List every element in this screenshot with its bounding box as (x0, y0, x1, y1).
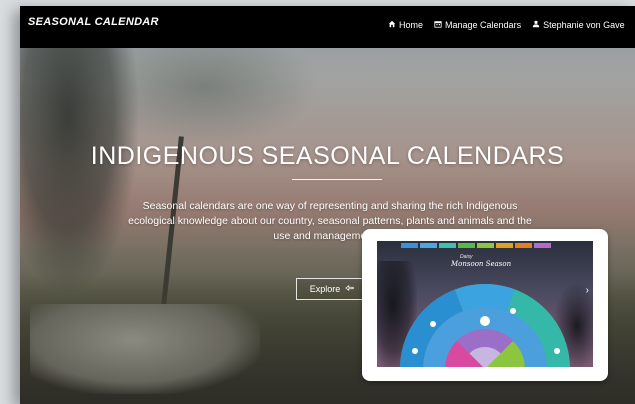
brand-logo[interactable]: SEASONAL CALENDAR (28, 16, 159, 28)
wheel-icon-bowl (480, 316, 490, 326)
hero-title: INDIGENOUS SEASONAL CALENDARS (90, 142, 565, 170)
user-icon (532, 20, 540, 30)
wheel-icon-bird (430, 321, 436, 327)
top-navbar: SEASONAL CALENDAR Home Manage Calendars … (20, 6, 635, 48)
wheel-icon-leaf (510, 308, 516, 314)
nav-item-label: Manage Calendars (445, 20, 522, 30)
calendar-preview-image: Daisy Monsoon Season › (377, 241, 593, 367)
wheel-icon-plant (554, 348, 560, 354)
hand-pointer-icon (345, 284, 354, 294)
hero-rock (30, 304, 260, 394)
hero-divider (292, 179, 382, 180)
calendar-icon (434, 20, 442, 30)
nav-item-label: Home (399, 20, 424, 30)
nav-item-label: Stephanie von Gave (543, 20, 625, 30)
seasonal-wheel (400, 284, 570, 367)
explore-label: Explore (309, 284, 341, 294)
calendar-preview-card[interactable]: Daisy Monsoon Season › (362, 229, 608, 381)
nav-item-home[interactable]: Home (388, 20, 423, 30)
home-icon (388, 20, 396, 30)
wheel-icon-flower (412, 348, 418, 354)
explore-button[interactable]: Explore (296, 278, 368, 300)
nav-item-manage-calendars[interactable]: Manage Calendars (434, 20, 521, 30)
chevron-right-icon[interactable]: › (586, 285, 589, 296)
nav-item-user[interactable]: Stephanie von Gave (532, 20, 625, 30)
nav-menu: Home Manage Calendars Stephanie von Gave (388, 20, 625, 30)
